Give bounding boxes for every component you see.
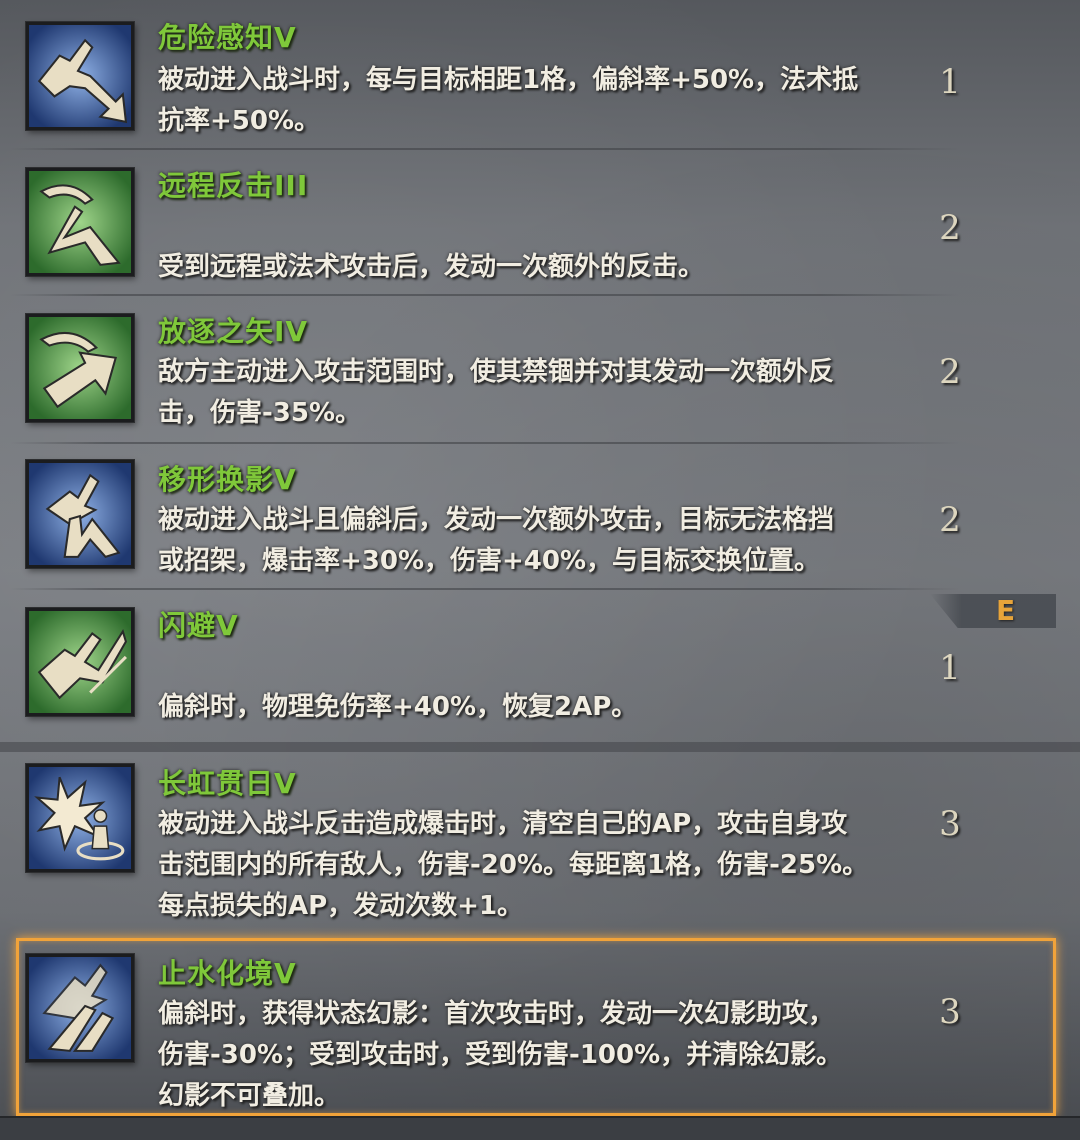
skill-description-line: 偏斜时，物理免伤率+40%，恢复2AP。 (158, 692, 638, 722)
skill-row[interactable]: 长虹贯日V 被动进入战斗反击造成爆击时，清空自己的AP，攻击自身攻 击范围内的所… (0, 752, 1080, 938)
skill-description-line: 击，伤害-35%。 (158, 398, 362, 428)
skill-cost: 1 (939, 62, 961, 102)
skill-row[interactable]: 放逐之矢IV 敌方主动进入攻击范围时，使其禁锢并对其发动一次额外反 击，伤害-3… (0, 296, 1080, 444)
burst-figure-icon (26, 764, 134, 872)
skill-description-line: 击范围内的所有敌人，伤害-20%。每距离1格，伤害-25%。 (158, 850, 869, 880)
bottom-bar (0, 1116, 1080, 1140)
skill-cost: 1 (939, 648, 961, 688)
skill-name: 危险感知V (158, 21, 297, 54)
bird-dodge-icon (26, 608, 134, 716)
skill-row[interactable]: 危险感知V 被动进入战斗时，每与目标相距1格，偏斜率+50%，法术抵 抗率+50… (0, 0, 1080, 150)
skill-description-line: 被动进入战斗且偏斜后，发动一次额外攻击，目标无法格挡 (158, 505, 835, 535)
section-divider (0, 742, 1080, 752)
skill-name: 闪避V (158, 609, 239, 642)
skill-description-line: 每点损失的AP，发动次数+1。 (158, 891, 524, 921)
bird-arrow-deflect-icon (26, 22, 134, 130)
skill-cost: 3 (939, 804, 961, 844)
skill-name: 移形换影V (158, 463, 297, 496)
skill-cost: 2 (939, 208, 961, 248)
skill-description: 受到远程或法术攻击后，发动一次额外的反击。 (158, 206, 898, 288)
bird-swap-icon (26, 460, 134, 568)
skill-description: 被动进入战斗且偏斜后，发动一次额外攻击，目标无法格挡 或招架，爆击率+30%，伤… (158, 500, 898, 582)
skill-row[interactable]: 远程反击III 受到远程或法术攻击后，发动一次额外的反击。 2 (0, 150, 1080, 296)
skill-description-line: 被动进入战斗反击造成爆击时，清空自己的AP，攻击自身攻 (158, 809, 848, 839)
skill-row[interactable]: 闪避V 偏斜时，物理免伤率+40%，恢复2AP。 1 (0, 590, 1080, 742)
skill-cost: 2 (939, 352, 961, 392)
skill-description: 被动进入战斗时，每与目标相距1格，偏斜率+50%，法术抵 抗率+50%。 (158, 60, 898, 142)
bow-arrow-icon (26, 314, 134, 422)
skill-description-line: 被动进入战斗时，每与目标相距1格，偏斜率+50%，法术抵 (158, 65, 859, 95)
bow-counter-icon (26, 168, 134, 276)
skill-description-line: 或招架，爆击率+30%，伤害+40%，与目标交换位置。 (158, 546, 821, 576)
skill-row[interactable]: 移形换影V 被动进入战斗且偏斜后，发动一次额外攻击，目标无法格挡 或招架，爆击率… (0, 444, 1080, 590)
skill-name: 远程反击III (158, 169, 309, 202)
skill-description: 偏斜时，物理免伤率+40%，恢复2AP。 (158, 646, 898, 728)
skill-name: 放逐之矢IV (158, 315, 309, 348)
selection-highlight (16, 938, 1056, 1116)
skill-description: 被动进入战斗反击造成爆击时，清空自己的AP，攻击自身攻 击范围内的所有敌人，伤害… (158, 804, 898, 927)
skill-cost: 2 (939, 500, 961, 540)
skill-description-line (158, 646, 898, 687)
skill-description: 敌方主动进入攻击范围时，使其禁锢并对其发动一次额外反 击，伤害-35%。 (158, 352, 898, 434)
skill-name: 长虹贯日V (158, 767, 297, 800)
skill-description-line (158, 206, 898, 247)
skill-description-line: 抗率+50%。 (158, 106, 321, 136)
skill-description-line: 敌方主动进入攻击范围时，使其禁锢并对其发动一次额外反 (158, 357, 835, 387)
skill-description-line: 受到远程或法术攻击后，发动一次额外的反击。 (158, 252, 705, 282)
equipped-tag-label: E (996, 594, 1016, 627)
